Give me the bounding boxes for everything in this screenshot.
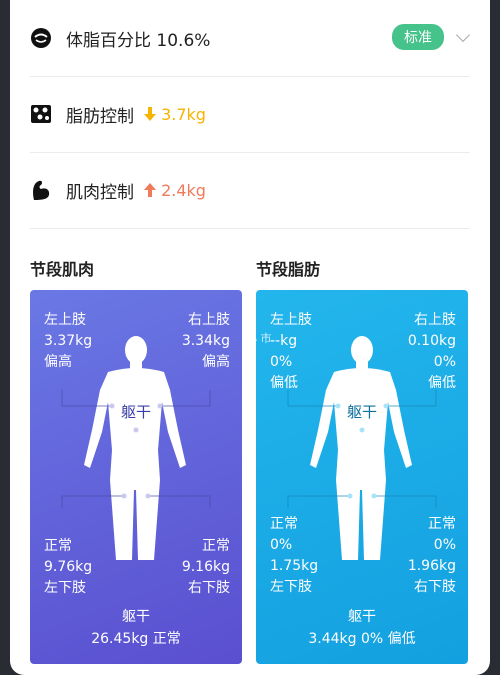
muscle-control-label: 肌肉控制 [66,182,134,203]
body-composition-card: 体脂百分比 10.6% 标准 脂肪控制 3.7kg 肌肉控制 2.4kg 节段肌… [10,0,490,675]
muscle-control-row: 肌肉控制 2.4kg [30,152,470,229]
fat-control-amount: 3.7kg [161,104,206,124]
arrow-up-icon [144,182,156,197]
fat-trunk-mid-label: 躯干 [346,403,377,421]
fat-left-leg-info: 正常 0% 1.75kg 左下肢 [270,514,318,598]
fat-cells-icon [30,103,52,125]
bodyfat-label: 体脂百分比 10.6% [66,30,211,51]
fat-trunk-value: 3.44kg 0% 偏低 [308,631,416,647]
left-arm-status: 偏高 [44,354,72,370]
right-leg-name: 右下肢 [188,580,230,596]
fat-right-arm-name: 右上肢 [414,312,456,328]
fat-control-label: 脂肪控制 [66,106,134,127]
fat-left-leg-status: 正常 [270,516,298,532]
flexed-arm-icon [30,179,52,201]
right-arm-name: 右上肢 [188,312,230,328]
fat-left-arm-name: 左上肢 [270,312,312,328]
fat-right-leg-info: 正常 0% 1.96kg 右下肢 [408,514,456,598]
right-leg-info: 正常 9.16kg 右下肢 [182,536,230,599]
chevron-down-icon[interactable] [455,27,471,43]
fat-left-leg-name: 左下肢 [270,579,312,595]
left-arm-value: 3.37kg [44,333,93,349]
left-leg-value: 9.76kg [44,559,93,575]
left-leg-status: 正常 [44,538,72,554]
trunk-value: 26.45kg 正常 [91,631,181,647]
fat-right-arm-value: 0.10kg [407,333,456,349]
fat-right-leg-value: 1.96kg [407,558,456,574]
bodyfat-row[interactable]: 体脂百分比 10.6% 标准 [30,0,471,77]
segment-fat-title: 节段脂肪 [256,260,321,279]
left-arm-info: 左上肢 3.37kg 偏高 [44,310,92,373]
scale-face-icon [30,27,52,49]
muscle-control-amount: 2.4kg [161,180,206,200]
fat-right-arm-info: 右上肢 0.10kg 0% 偏低 [408,310,456,394]
fat-left-leg-pct: 0% [270,537,293,553]
fat-right-arm-pct: 0% [433,354,456,370]
right-arm-status: 偏高 [202,354,230,370]
fat-left-arm-value: --kg [270,333,298,349]
right-arm-info: 右上肢 3.34kg 偏高 [182,310,230,373]
status-badge: 标准 [392,24,444,50]
trunk-name: 躯干 [122,609,150,625]
right-arm-value: 3.34kg [181,333,230,349]
segment-fat-panel: 左上肢 --kg 0% 偏低 右上肢 0.10kg 0% 偏低 躯干 正常 0%… [256,290,468,664]
watermark: 小 市 [246,332,272,345]
left-leg-info: 正常 9.76kg 左下肢 [44,536,92,599]
right-leg-status: 正常 [202,538,230,554]
fat-left-arm-info: 左上肢 --kg 0% 偏低 [270,310,312,394]
segment-muscle-title: 节段肌肉 [30,260,95,279]
fat-control-row: 脂肪控制 3.7kg [30,76,470,153]
fat-right-leg-name: 右下肢 [414,579,456,595]
trunk-mid-label: 躯干 [120,403,151,421]
fat-left-leg-value: 1.75kg [270,558,319,574]
muscle-control-value: 2.4kg [144,181,206,200]
right-leg-value: 9.16kg [181,559,230,575]
fat-control-value: 3.7kg [144,105,206,124]
fat-right-leg-status: 正常 [428,516,456,532]
segment-muscle-panel: 左上肢 3.37kg 偏高 右上肢 3.34kg 偏高 躯干 正常 9.76kg… [30,290,242,664]
fat-right-arm-status: 偏低 [428,375,456,391]
fat-left-arm-pct: 0% [270,354,293,370]
fat-right-leg-pct: 0% [433,537,456,553]
arrow-down-icon [144,106,156,121]
left-arm-name: 左上肢 [44,312,86,328]
fat-trunk-name: 躯干 [348,609,376,625]
fat-left-arm-status: 偏低 [270,375,298,391]
left-leg-name: 左下肢 [44,580,86,596]
